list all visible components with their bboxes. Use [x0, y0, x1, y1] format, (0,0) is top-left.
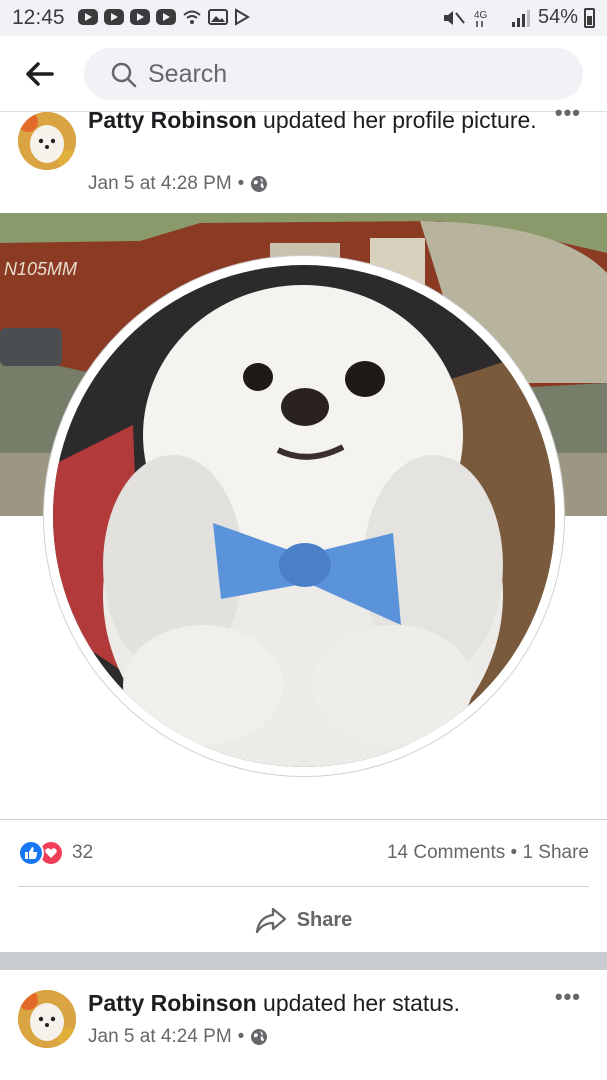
top-navigation: Search: [0, 36, 607, 112]
status-time: 12:45: [12, 6, 65, 29]
mute-icon: [443, 10, 465, 25]
post-action-text: updated her profile picture.: [256, 107, 537, 133]
comments-shares-count[interactable]: 14 Comments • 1 Share: [387, 842, 589, 864]
reaction-count: 32: [72, 842, 94, 863]
share-button[interactable]: Share: [0, 888, 607, 952]
share-arrow-icon: [255, 907, 286, 934]
meta-separator: •: [237, 173, 245, 194]
avatar-dog-image: [18, 990, 76, 1048]
post-title: Patty Robinson updated her profile pictu…: [88, 105, 548, 136]
share-label: Share: [296, 908, 353, 931]
svg-text:N105MM: N105MM: [4, 259, 77, 279]
search-icon: [111, 62, 137, 88]
youtube-notification-icon: [156, 9, 176, 25]
post-header: Patty Robinson updated her status. Jan 5…: [0, 970, 607, 1080]
divider: [0, 819, 607, 820]
author-name[interactable]: Patty Robinson: [88, 107, 257, 133]
svg-text:4G: 4G: [474, 10, 488, 21]
battery-percent: 54%: [537, 6, 578, 28]
avatar[interactable]: [18, 990, 76, 1048]
battery-icon: [584, 7, 595, 28]
post-title: Patty Robinson updated her status.: [88, 988, 548, 1019]
youtube-notification-icon: [78, 9, 98, 25]
like-reaction-icon: [18, 840, 44, 866]
post-timestamp[interactable]: Jan 5 at 4:24 PM: [88, 1026, 232, 1048]
post-action-text: updated her status.: [256, 990, 460, 1016]
reactions-summary[interactable]: 32: [18, 840, 93, 866]
youtube-notification-icon: [104, 9, 124, 25]
post-meta: Jan 5 at 4:28 PM •: [88, 173, 268, 195]
post-timestamp[interactable]: Jan 5 at 4:28 PM: [88, 173, 232, 195]
globe-icon: [251, 176, 268, 192]
status-bar: 12:45 4G 54%: [0, 0, 607, 36]
author-name[interactable]: Patty Robinson: [88, 990, 257, 1016]
gallery-icon: [208, 9, 228, 25]
profile-picture[interactable]: [53, 265, 555, 767]
youtube-notification-icon: [130, 9, 150, 25]
wifi-call-icon: [183, 10, 201, 24]
more-options-button[interactable]: •••: [555, 100, 581, 126]
avatar-dog-image: [18, 112, 76, 170]
avatar[interactable]: [18, 112, 76, 170]
play-store-icon: [235, 8, 250, 26]
notification-icons: [78, 8, 250, 26]
post-header: Patty Robinson updated her profile pictu…: [0, 100, 607, 212]
globe-icon: [251, 1029, 268, 1045]
divider: [18, 886, 589, 887]
back-arrow-icon[interactable]: [22, 58, 58, 90]
more-options-button[interactable]: •••: [555, 984, 581, 1010]
system-icons: 4G 54%: [442, 6, 595, 29]
white-dog-bowtie-image: [53, 265, 555, 767]
meta-separator: •: [237, 1026, 245, 1047]
search-input[interactable]: Search: [84, 48, 583, 100]
post-meta: Jan 5 at 4:24 PM •: [88, 1026, 268, 1048]
feed-separator: [0, 952, 607, 970]
network-4g-icon: 4G: [474, 10, 488, 27]
signal-icon: [511, 9, 530, 27]
search-placeholder: Search: [148, 60, 228, 88]
